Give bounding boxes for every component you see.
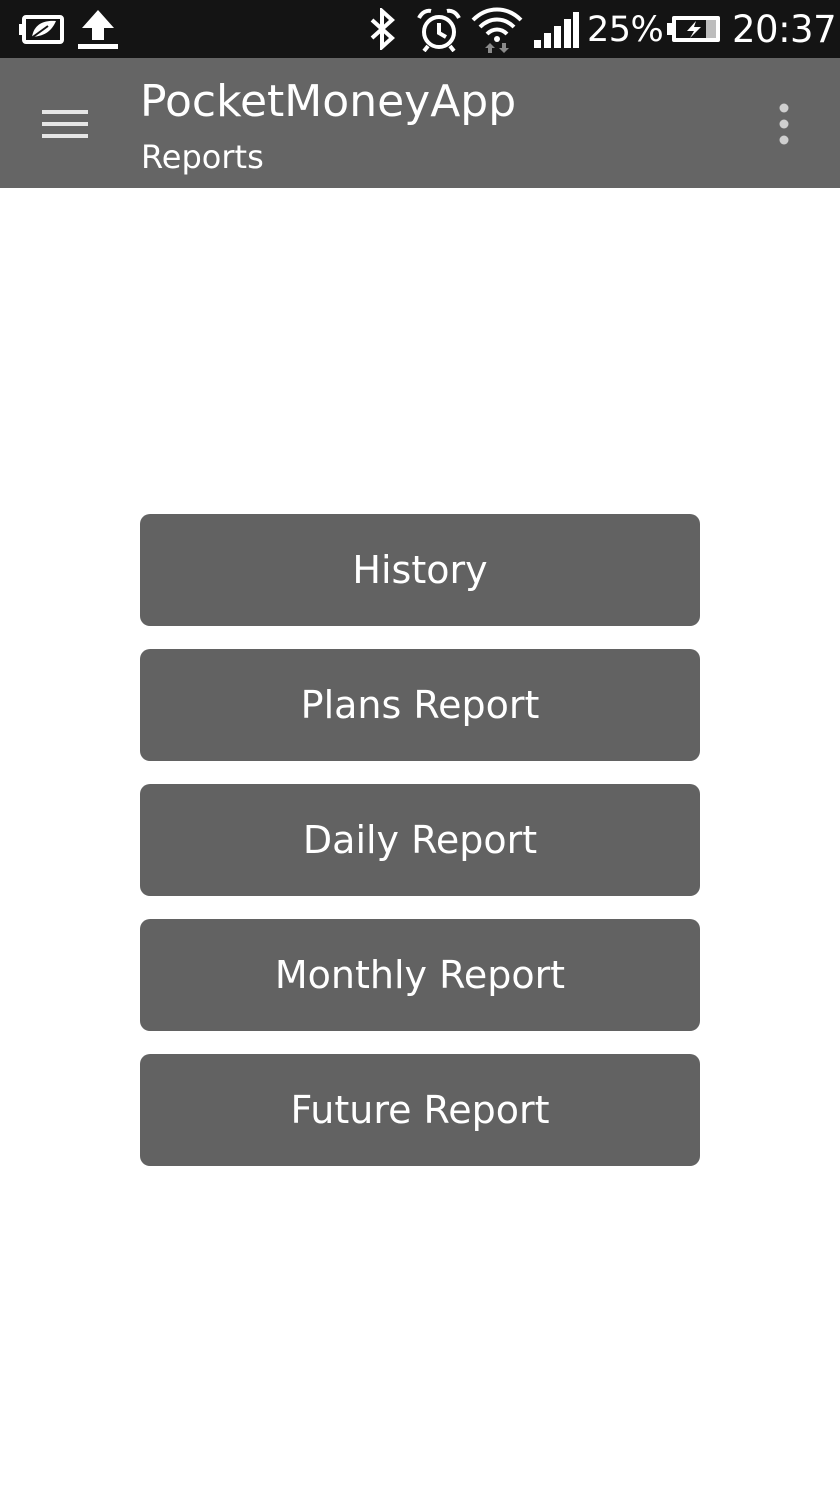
upload-icon (78, 10, 118, 49)
hamburger-menu-icon[interactable] (40, 106, 90, 142)
clock: 20:37 (732, 8, 837, 51)
app-title: PocketMoneyApp (140, 76, 517, 127)
screen-subtitle: Reports (141, 138, 264, 176)
status-bar: 25% 20:37 (0, 0, 840, 58)
history-button[interactable]: History (140, 514, 700, 626)
battery-charging-icon (667, 16, 720, 42)
wifi-icon (471, 7, 523, 53)
bluetooth-icon (370, 8, 395, 50)
battery-percent: 25% (587, 10, 664, 50)
alarm-icon (417, 8, 461, 52)
daily-report-button[interactable]: Daily Report (140, 784, 700, 896)
plans-report-button[interactable]: Plans Report (140, 649, 700, 761)
overflow-menu-icon[interactable] (770, 100, 798, 148)
signal-icon (534, 12, 579, 48)
battery-saver-icon (19, 15, 64, 44)
report-button-list: History Plans Report Daily Report Monthl… (140, 514, 700, 1189)
future-report-button[interactable]: Future Report (140, 1054, 700, 1166)
monthly-report-button[interactable]: Monthly Report (140, 919, 700, 1031)
